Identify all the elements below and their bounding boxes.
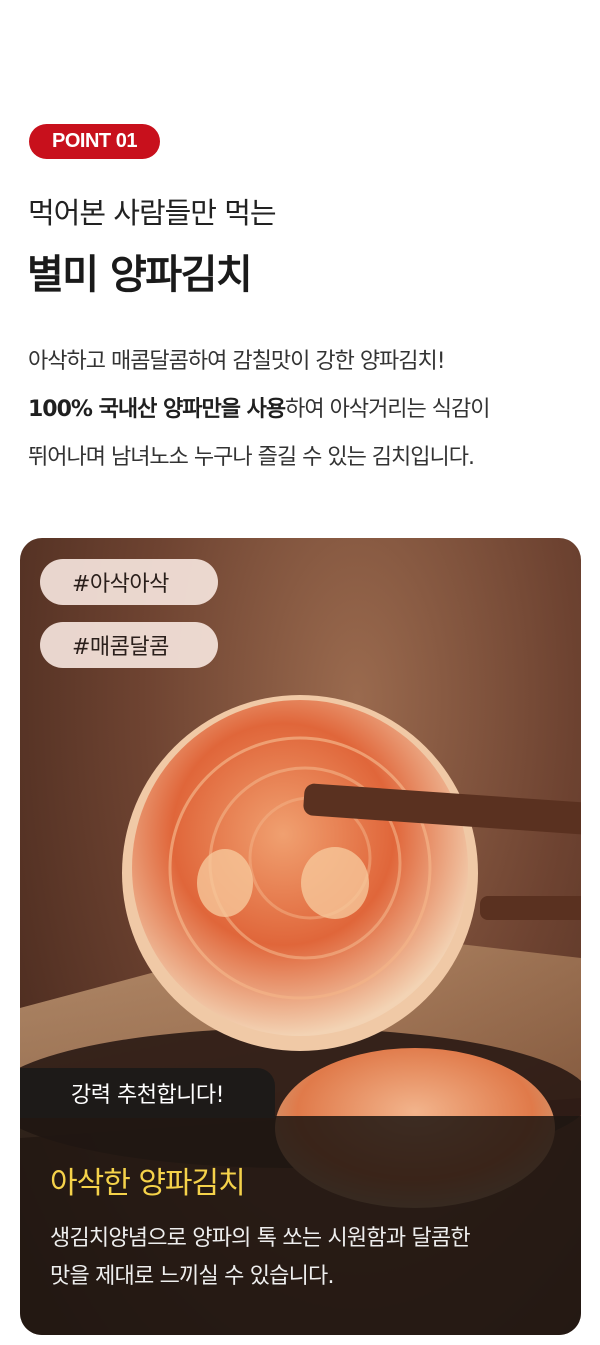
recommend-label: 강력 추천합니다! bbox=[20, 1068, 275, 1118]
feature-title: 아삭한 양파김치 bbox=[50, 1166, 246, 1201]
point-badge: POINT 01 bbox=[29, 124, 160, 159]
description-line-1: 아삭하고 매콤달콤하여 감칠맛이 강한 양파김치! bbox=[28, 349, 446, 374]
description-highlight: 100% 국내산 양파만을 사용 bbox=[28, 397, 286, 422]
feature-description: 생김치양념으로 양파의 톡 쏘는 시원함과 달콤한 맛을 제대로 느끼실 수 있… bbox=[50, 1220, 570, 1296]
description-line-2: 100% 국내산 양파만을 사용하여 아삭거리는 식감이 bbox=[28, 386, 588, 434]
description: 아삭하고 매콤달콤하여 감칠맛이 강한 양파김치! 100% 국내산 양파만을 … bbox=[28, 338, 588, 482]
feature-description-line-2: 맛을 제대로 느끼실 수 있습니다. bbox=[50, 1264, 334, 1289]
hashtag-spicy-sweet: #매콤달콤 bbox=[40, 622, 218, 668]
section-title: 별미 양파김치 bbox=[27, 252, 253, 298]
hashtag-crunchy: #아삭아삭 bbox=[40, 559, 218, 605]
feature-description-line-1: 생김치양념으로 양파의 톡 쏘는 시원함과 달콤한 bbox=[50, 1226, 471, 1251]
description-line-3: 뛰어나며 남녀노소 누구나 즐길 수 있는 김치입니다. bbox=[28, 445, 475, 470]
description-line-2-rest: 하여 아삭거리는 식감이 bbox=[285, 397, 490, 422]
section-subtitle: 먹어본 사람들만 먹는 bbox=[28, 196, 277, 230]
product-photo: #아삭아삭 #매콤달콤 강력 추천합니다! 아삭한 양파김치 생김치양념으로 양… bbox=[20, 538, 581, 1335]
